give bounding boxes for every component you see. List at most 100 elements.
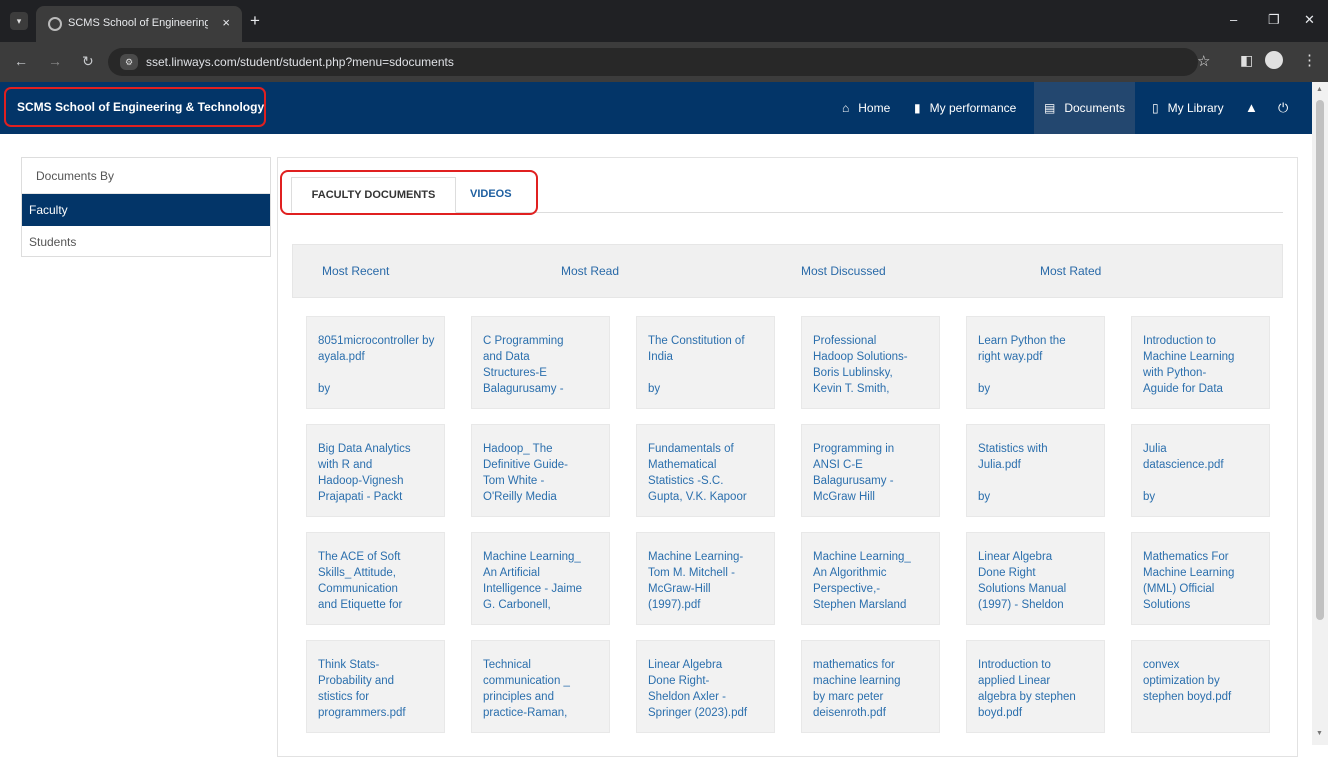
- document-title-line: communication _: [483, 675, 570, 687]
- filter-bar: Most Recent Most Read Most Discussed Mos…: [292, 244, 1283, 298]
- home-icon: ⌂: [842, 101, 850, 115]
- document-title-line: Machine Learning: [1143, 351, 1235, 363]
- site-settings-icon[interactable]: ⚙: [120, 54, 138, 70]
- document-card[interactable]: Fundamentals of Mathematical Statistics -S…: [636, 424, 775, 517]
- power-icon[interactable]: ⏻: [1278, 82, 1288, 134]
- document-title[interactable]: Linear Algebra Done Right- Sheldon Axler -…: [648, 657, 770, 729]
- document-card[interactable]: Julia datascience.pdf by: [1131, 424, 1270, 517]
- document-title[interactable]: Julia datascience.pdf by: [1143, 441, 1265, 513]
- document-card[interactable]: Professional Hadoop Solutions- Boris Lubli…: [801, 316, 940, 409]
- document-title[interactable]: Technical communication _ principles and pr…: [483, 657, 605, 729]
- maximize-icon[interactable]: ❐: [1268, 12, 1280, 28]
- document-card[interactable]: Mathematics For Machine Learning (MML) Off…: [1131, 532, 1270, 625]
- document-title[interactable]: The ACE of Soft Skills_ Attitude, Communic…: [318, 549, 440, 621]
- document-card[interactable]: Linear Algebra Done Right- Sheldon Axler -…: [636, 640, 775, 733]
- document-card[interactable]: Linear Algebra Done Right Solutions Manual…: [966, 532, 1105, 625]
- document-card[interactable]: 8051microcontroller by ayala.pdf by: [306, 316, 445, 409]
- document-title-line: Linear Algebra: [978, 551, 1053, 563]
- document-card[interactable]: C Programming and Data Structures-E Balagur…: [471, 316, 610, 409]
- document-title[interactable]: Programming in ANSI C-E Balagurusamy - McGr…: [813, 441, 935, 513]
- url-text[interactable]: sset.linways.com/student/student.php?men…: [146, 55, 454, 69]
- scrollbar-thumb[interactable]: [1316, 100, 1324, 620]
- nav-item-documents[interactable]: ▤ Documents: [1034, 82, 1136, 134]
- document-title-line: stephen boyd.pdf: [1143, 691, 1232, 703]
- bell-icon[interactable]: ▲: [1245, 82, 1258, 134]
- document-title[interactable]: Think Stats- Probability and stistics for p…: [318, 657, 440, 729]
- document-title[interactable]: Introduction to applied Linear algebra by …: [978, 657, 1100, 729]
- minimize-icon[interactable]: –: [1230, 12, 1237, 27]
- sidebar-item-students[interactable]: Students: [22, 226, 270, 258]
- document-title-line: Solutions Manual: [978, 583, 1067, 595]
- document-title[interactable]: The Constitution of India by: [648, 333, 770, 405]
- document-card[interactable]: Learn Python the right way.pdf by: [966, 316, 1105, 409]
- nav-item-label: Home: [858, 101, 891, 115]
- document-card[interactable]: Introduction to applied Linear algebra by …: [966, 640, 1105, 733]
- document-card[interactable]: mathematics for machine learning by marc p…: [801, 640, 940, 733]
- document-title-line: Think Stats-: [318, 659, 380, 671]
- back-icon[interactable]: ←: [14, 53, 28, 69]
- nav-item-my-library[interactable]: ▯ My Library: [1152, 82, 1224, 134]
- document-card[interactable]: convex optimization by stephen boyd.pdf: [1131, 640, 1270, 733]
- chevron-down-icon[interactable]: ▾: [10, 12, 28, 30]
- document-title[interactable]: Big Data Analytics with R and Hadoop-Vigne…: [318, 441, 440, 513]
- filter-most-rated[interactable]: Most Rated: [1040, 264, 1101, 278]
- brand[interactable]: SCMS School of Engineering & Technology: [4, 87, 266, 127]
- document-card[interactable]: Machine Learning- Tom M. Mitchell - McGraw…: [636, 532, 775, 625]
- document-title[interactable]: Machine Learning_ An Algorithmic Perspecti…: [813, 549, 935, 621]
- document-title-line: by: [978, 383, 991, 395]
- nav-item-my-performance[interactable]: ▮ My performance: [914, 82, 1016, 134]
- document-title-line: An Algorithmic: [813, 567, 887, 579]
- filter-most-discussed[interactable]: Most Discussed: [801, 264, 886, 278]
- document-title[interactable]: 8051microcontroller by ayala.pdf by: [318, 333, 440, 405]
- scroll-up-icon[interactable]: ▲: [1316, 86, 1323, 93]
- filter-most-recent[interactable]: Most Recent: [322, 264, 389, 278]
- document-title[interactable]: Professional Hadoop Solutions- Boris Lubli…: [813, 333, 935, 405]
- document-title[interactable]: C Programming and Data Structures-E Balagur…: [483, 333, 605, 405]
- kebab-icon[interactable]: ⋮: [1302, 51, 1317, 69]
- document-title[interactable]: Machine Learning- Tom M. Mitchell - McGraw…: [648, 549, 770, 621]
- document-title[interactable]: Mathematics For Machine Learning (MML) Off…: [1143, 549, 1265, 621]
- document-title-line: Professional: [813, 335, 877, 347]
- document-card[interactable]: Think Stats- Probability and stistics for p…: [306, 640, 445, 733]
- document-card[interactable]: The ACE of Soft Skills_ Attitude, Communic…: [306, 532, 445, 625]
- document-title[interactable]: Machine Learning_ An Artificial Intelligen…: [483, 549, 605, 621]
- document-card[interactable]: Introduction to Machine Learning with Pyth…: [1131, 316, 1270, 409]
- document-title[interactable]: Fundamentals of Mathematical Statistics -S…: [648, 441, 770, 513]
- reload-icon[interactable]: ↻: [82, 53, 94, 70]
- browser-tab[interactable]: SCMS School of Engineering & ×: [36, 6, 242, 42]
- forward-icon[interactable]: →: [48, 53, 62, 69]
- document-card[interactable]: Statistics with Julia.pdf by: [966, 424, 1105, 517]
- document-title[interactable]: Statistics with Julia.pdf by: [978, 441, 1100, 513]
- document-card[interactable]: Hadoop_ The Definitive Guide- Tom White - O…: [471, 424, 610, 517]
- close-icon[interactable]: ✕: [1304, 12, 1315, 28]
- document-title[interactable]: convex optimization by stephen boyd.pdf: [1143, 657, 1265, 729]
- nav-item-home[interactable]: ⌂ Home: [842, 82, 890, 134]
- new-tab-button[interactable]: +: [250, 11, 260, 31]
- document-card[interactable]: Technical communication _ principles and pr…: [471, 640, 610, 733]
- document-card[interactable]: Machine Learning_ An Artificial Intelligen…: [471, 532, 610, 625]
- star-icon[interactable]: ☆: [1197, 52, 1210, 70]
- document-title-line: Julia.pdf: [978, 459, 1021, 471]
- nav-item-label: Documents: [1064, 101, 1126, 115]
- document-card[interactable]: Machine Learning_ An Algorithmic Perspecti…: [801, 532, 940, 625]
- sidebar-item-faculty[interactable]: Faculty: [22, 194, 270, 226]
- document-card[interactable]: Programming in ANSI C-E Balagurusamy - McGr…: [801, 424, 940, 517]
- tab-close-icon[interactable]: ×: [222, 15, 230, 30]
- document-title[interactable]: Introduction to Machine Learning with Pyth…: [1143, 333, 1265, 405]
- document-title[interactable]: Learn Python the right way.pdf by: [978, 333, 1100, 405]
- document-title-line: datascience.pdf: [1143, 459, 1224, 471]
- page-scrollbar[interactable]: ▲ ▼: [1312, 82, 1328, 745]
- document-title[interactable]: Linear Algebra Done Right Solutions Manual…: [978, 549, 1100, 621]
- document-title[interactable]: mathematics for machine learning by marc p…: [813, 657, 935, 729]
- sidepanel-icon[interactable]: ◧: [1240, 52, 1253, 69]
- document-card[interactable]: Big Data Analytics with R and Hadoop-Vigne…: [306, 424, 445, 517]
- document-title-line: by marc peter: [813, 691, 884, 703]
- document-title-line: by: [648, 383, 661, 395]
- document-title-line: [1143, 705, 1265, 721]
- scroll-down-icon[interactable]: ▼: [1316, 730, 1323, 737]
- document-card[interactable]: The Constitution of India by: [636, 316, 775, 409]
- document-title[interactable]: Hadoop_ The Definitive Guide- Tom White - O…: [483, 441, 605, 513]
- document-title-line: principles and: [483, 691, 554, 703]
- profile-icon[interactable]: [1265, 51, 1283, 69]
- filter-most-read[interactable]: Most Read: [561, 264, 619, 278]
